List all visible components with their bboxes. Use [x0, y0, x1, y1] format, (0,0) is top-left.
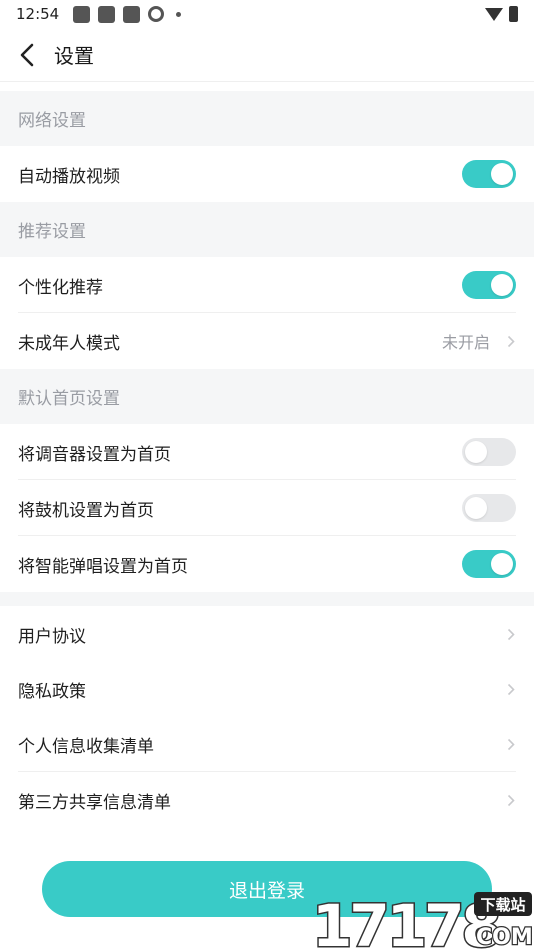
chevron-right-icon: [506, 334, 516, 348]
setting-label: 自动播放视频: [18, 166, 120, 187]
header: 设置: [0, 28, 534, 82]
section-gap: [0, 592, 534, 606]
setting-label: 将调音器设置为首页: [18, 444, 171, 465]
drum-machine-home-toggle[interactable]: [462, 494, 516, 522]
link-label: 隐私政策: [18, 681, 86, 702]
setting-row-tuner-home: 将调音器设置为首页: [0, 424, 534, 480]
toggle-knob: [491, 163, 513, 185]
status-bar: 12:54: [0, 0, 534, 28]
setting-label: 将智能弹唱设置为首页: [18, 556, 188, 577]
sync-icon: [148, 6, 165, 22]
svg-text:17178: 17178: [312, 892, 499, 950]
section-title: 推荐设置: [18, 222, 86, 242]
section-header-recommend: 推荐设置: [0, 202, 534, 257]
back-icon[interactable]: [0, 28, 54, 82]
chevron-right-icon: [506, 682, 516, 696]
notification-icon: [98, 5, 116, 23]
battery-icon: [509, 6, 518, 22]
section-title: 网络设置: [18, 111, 86, 131]
svg-text:COM: COM: [476, 925, 533, 950]
link-row-personal-info-list[interactable]: 个人信息收集清单: [0, 716, 534, 772]
minor-mode-status: 未开启: [441, 333, 490, 352]
watermark-logo: 17178 下载站 COM: [311, 888, 534, 950]
link-label: 个人信息收集清单: [18, 736, 154, 757]
link-label: 第三方共享信息清单: [18, 792, 171, 813]
setting-label: 未成年人模式: [18, 333, 120, 354]
wifi-icon: [485, 7, 503, 21]
toggle-knob: [465, 441, 487, 463]
chevron-right-icon: [506, 627, 516, 641]
status-time: 12:54: [16, 5, 60, 23]
section-header-network: 网络设置: [0, 91, 534, 146]
personalized-recommend-toggle[interactable]: [462, 271, 516, 299]
toggle-knob: [465, 497, 487, 519]
notification-icon: [123, 5, 141, 23]
toggle-knob: [491, 553, 513, 575]
page-title: 设置: [54, 44, 94, 68]
toggle-knob: [491, 274, 513, 296]
section-header-homepage: 默认首页设置: [0, 369, 534, 424]
chevron-right-icon: [506, 793, 516, 807]
smart-strum-home-toggle[interactable]: [462, 550, 516, 578]
setting-label: 个性化推荐: [18, 277, 103, 298]
chevron-right-icon: [506, 737, 516, 751]
autoplay-video-toggle[interactable]: [462, 160, 516, 188]
setting-row-personalized: 个性化推荐: [0, 257, 534, 313]
tuner-home-toggle[interactable]: [462, 438, 516, 466]
setting-row-smart-strum-home: 将智能弹唱设置为首页: [0, 536, 534, 592]
setting-row-autoplay-video: 自动播放视频: [0, 146, 534, 202]
setting-row-minor-mode[interactable]: 未成年人模式 未开启: [0, 313, 534, 369]
link-label: 用户协议: [18, 626, 86, 647]
link-row-user-agreement[interactable]: 用户协议: [0, 606, 534, 662]
link-row-third-party-list[interactable]: 第三方共享信息清单: [0, 772, 534, 828]
section-title: 默认首页设置: [18, 389, 120, 409]
notification-icon: [73, 5, 91, 23]
setting-row-drum-home: 将鼓机设置为首页: [0, 480, 534, 536]
setting-label: 将鼓机设置为首页: [18, 500, 154, 521]
link-row-privacy-policy[interactable]: 隐私政策: [0, 661, 534, 717]
svg-text:下载站: 下载站: [480, 896, 525, 914]
more-notifications-icon: [176, 11, 182, 17]
